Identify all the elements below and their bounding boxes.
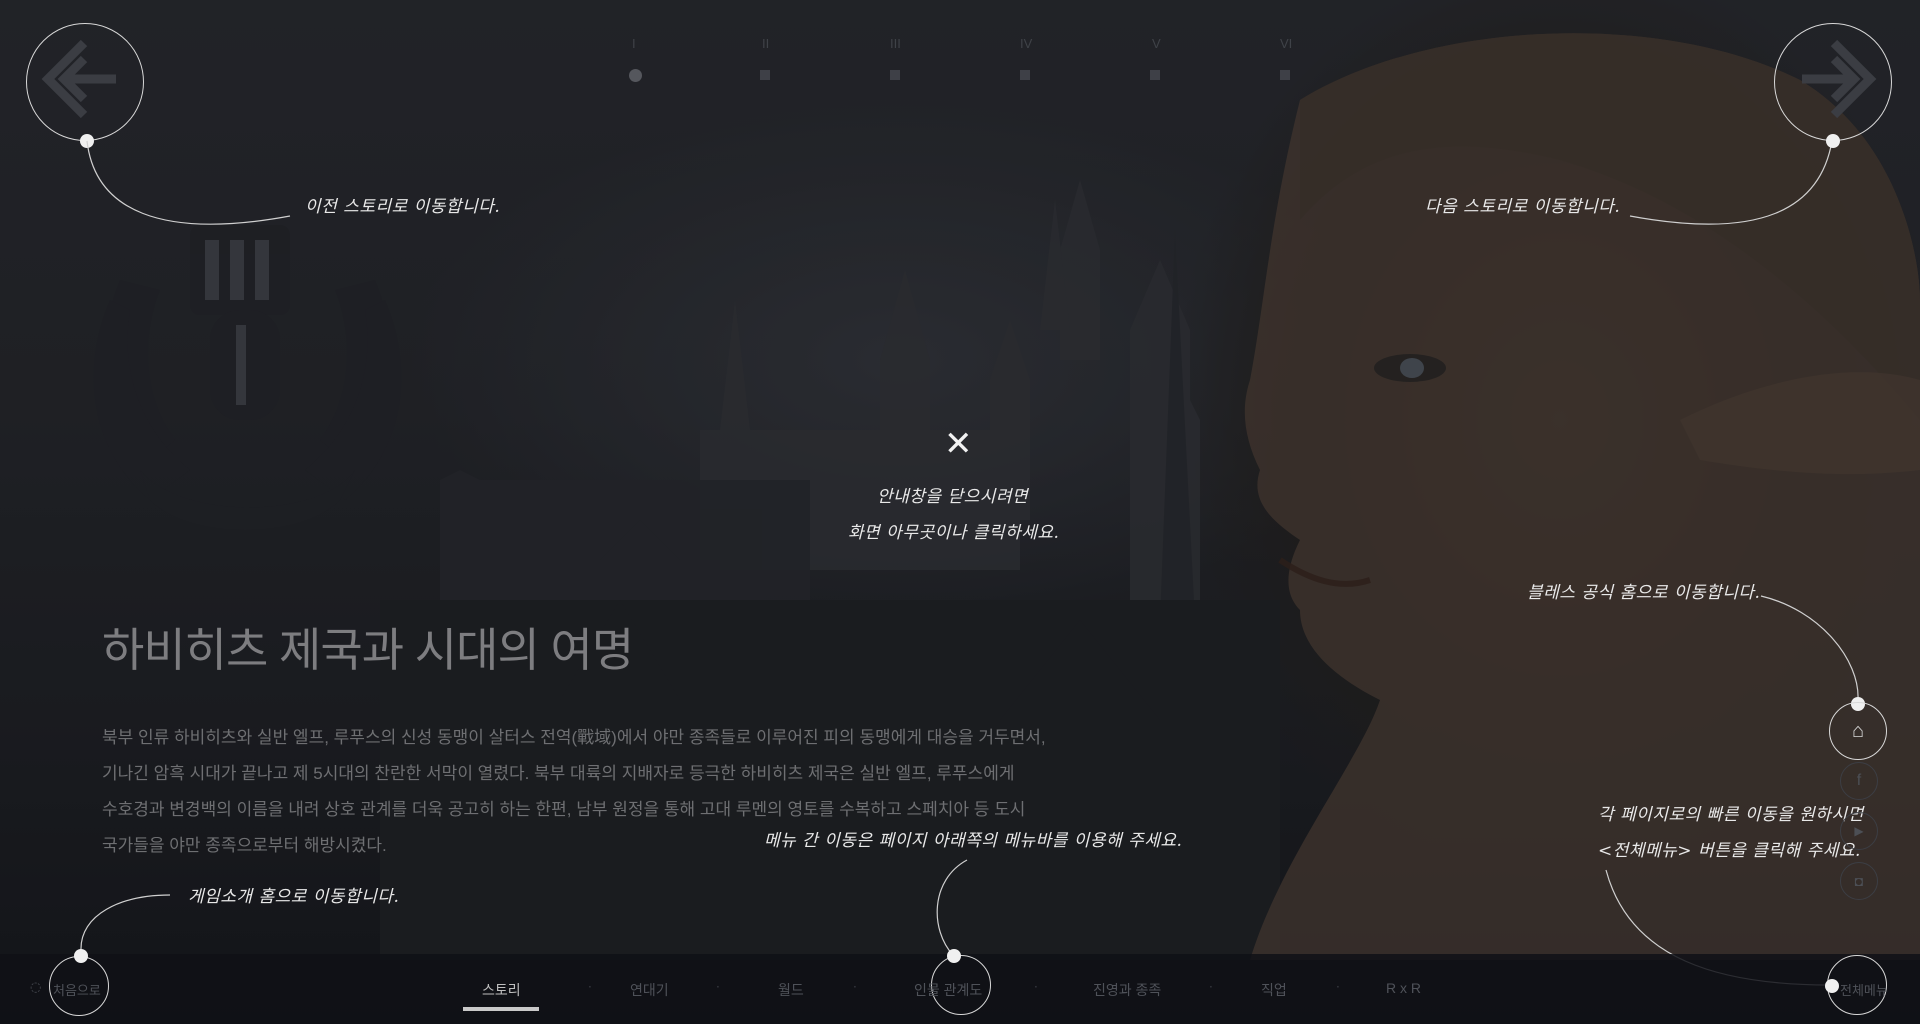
youtube-button[interactable]: ▶: [1840, 812, 1878, 850]
close-guide-line2: 화면 아무곳이나 클릭하세요.: [848, 523, 1060, 543]
first-page-button[interactable]: 처음으로: [53, 980, 101, 999]
page-title: 하비히츠 제국과 시대의 여명: [102, 624, 634, 676]
refresh-icon: ◌: [30, 980, 42, 995]
prev-story-button[interactable]: [26, 23, 144, 141]
paragraph-line: 북부 인류 하비히츠와 실반 엘프, 루푸스의 신성 동맹이 살터스 전역(戰域…: [102, 728, 1046, 747]
prev-hint-dot: [80, 134, 94, 148]
timeline-dot-2[interactable]: [760, 70, 770, 80]
story-page[interactable]: I II III IV V VI 이전 스토리로 이동합니다. 다음 스토리로 …: [0, 0, 1920, 1024]
menu-bar-hint: 메뉴 간 이동은 페이지 아래쪽의 메뉴바를 이용해 주세요.: [764, 831, 1183, 851]
timeline-dot-1[interactable]: [629, 69, 642, 82]
first-hint-dot: [74, 949, 88, 963]
close-guide-icon[interactable]: ✕: [944, 424, 973, 464]
menu-separator: ·: [1034, 980, 1038, 994]
home-hint: 블레스 공식 홈으로 이동합니다.: [1527, 583, 1761, 603]
menu-separator: ·: [1209, 980, 1213, 994]
menu-hint-dot: [947, 949, 961, 963]
empire-emblem: [93, 225, 402, 530]
timeline-label-2: II: [762, 36, 770, 51]
facebook-button[interactable]: f: [1840, 762, 1878, 800]
timeline-label-6: VI: [1280, 36, 1293, 51]
game-home-hint: 게임소개 홈으로 이동합니다.: [188, 887, 400, 907]
close-guide-line1: 안내창을 닫으시려면: [877, 487, 1029, 507]
menu-chronicle[interactable]: 연대기: [630, 980, 669, 1000]
menu-rxr[interactable]: R x R: [1386, 980, 1421, 996]
menu-world[interactable]: 월드: [778, 980, 804, 1000]
menu-separator: ·: [853, 980, 857, 994]
menu-story[interactable]: 스토리: [482, 980, 521, 1000]
facebook-icon: f: [1856, 772, 1862, 789]
allmenu-hint-line1: 각 페이지로의 빠른 이동을 원하시면: [1598, 805, 1864, 825]
timeline-label-3: III: [890, 36, 901, 51]
menu-separator: ·: [1336, 980, 1340, 994]
menu-factions[interactable]: 진영과 종족: [1093, 980, 1161, 1000]
prev-story-hint: 이전 스토리로 이동합니다.: [305, 197, 501, 217]
timeline-dot-3[interactable]: [890, 70, 900, 80]
timeline-label-5: V: [1152, 36, 1161, 51]
instagram-icon: ◘: [1854, 873, 1864, 889]
all-menu-button[interactable]: 전체메뉴: [1840, 980, 1888, 999]
paragraph-line: 수호경과 변경백의 이름을 내려 상호 관계를 더욱 공고히 하는 한편, 남부…: [102, 800, 1026, 819]
next-story-button[interactable]: [1774, 23, 1892, 141]
timeline-label-1: I: [632, 36, 636, 51]
home-icon: ⌂: [1851, 719, 1865, 742]
timeline-label-4: IV: [1020, 36, 1033, 51]
instagram-button[interactable]: ◘: [1840, 862, 1878, 900]
timeline-dot-6[interactable]: [1280, 70, 1290, 80]
prev-arrow-icon: [41, 39, 116, 119]
timeline-dot-4[interactable]: [1020, 70, 1030, 80]
all-menu-hint-dot: [1825, 979, 1839, 993]
youtube-icon: ▶: [1854, 824, 1864, 838]
official-home-button[interactable]: ⌂: [1829, 702, 1887, 760]
timeline-dot-5[interactable]: [1150, 70, 1160, 80]
menu-separator: ·: [588, 980, 592, 994]
menu-classes[interactable]: 직업: [1261, 980, 1287, 1000]
active-menu-indicator: [463, 1007, 539, 1011]
paragraph-line: 기나긴 암흑 시대가 끝나고 제 5시대의 찬란한 서막이 열렸다. 북부 대륙…: [102, 764, 1015, 783]
menu-relationship[interactable]: 인물 관계도: [914, 980, 982, 1000]
next-hint-dot: [1826, 134, 1840, 148]
menu-separator: ·: [716, 980, 720, 994]
next-arrow-icon: [1802, 39, 1877, 119]
next-story-hint: 다음 스토리로 이동합니다.: [1425, 197, 1621, 217]
allmenu-hint-line2: <전체메뉴> 버튼을 클릭해 주세요.: [1598, 841, 1861, 861]
